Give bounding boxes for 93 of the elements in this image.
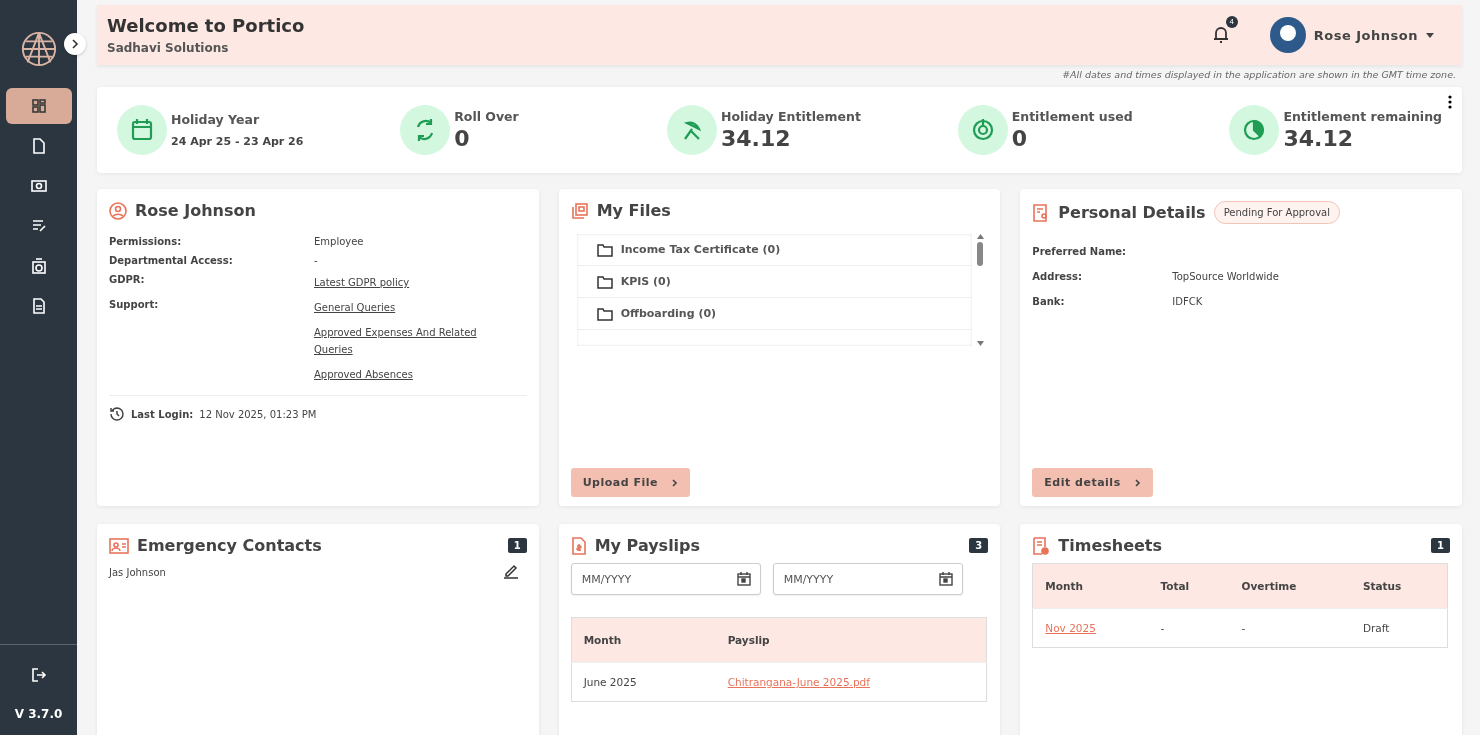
dashboard-icon [30,98,47,114]
folder-icon [596,274,613,289]
stat-value: 24 Apr 25 - 23 Apr 26 [171,135,304,148]
last-login-value: 12 Nov 2025, 01:23 PM [199,408,317,420]
folder-icon [596,242,613,257]
card-title: My Payslips [594,536,701,555]
folder-item[interactable]: Income Tax Certificate (0) [576,234,973,266]
chevron-right-icon [1134,478,1141,487]
stat-label: Roll Over [454,109,519,124]
column-header: Total [1148,563,1230,609]
rollover-icon [400,105,451,155]
pencil-icon [502,563,519,579]
money-icon [30,178,47,194]
field-value: Employee [314,236,365,247]
chevron-right-icon [70,39,80,49]
user-icon [109,201,127,220]
stat-label: Entitlement remaining [1283,109,1442,124]
document-icon [30,138,47,154]
scrollbar-thumb[interactable] [977,242,984,266]
version-label: V 3.7.0 [14,707,63,721]
globe-logo-icon [19,30,58,68]
stat-value: 34.12 [720,126,792,151]
card-title: My Files [596,201,671,220]
field-label: GDPR: [109,274,146,287]
to-month-field[interactable]: MM/YYYY [772,563,963,595]
timezone-note: #All dates and times displayed in the application are shown in the GMT time zone. [1061,69,1456,82]
camera-icon [30,258,47,274]
field-label: Departmental Access: [109,255,234,266]
table-cell: June 2025 [571,662,716,702]
calendar-icon[interactable] [938,572,953,586]
field-label: Permissions: [109,236,183,247]
stat-value: 0 [1011,126,1028,151]
scroll-up-icon[interactable] [976,234,984,239]
support-link[interactable]: Approved Absences [314,366,489,383]
file-icon [30,298,47,314]
nav-dashboard-button[interactable] [5,88,72,124]
contact-card-icon [109,537,129,554]
folder-item[interactable]: KPIS (0) [576,266,973,298]
notification-count: 4 [1225,15,1238,28]
card-title: Personal Details [1058,203,1206,222]
column-header: Status [1350,563,1448,609]
calendar-icon[interactable] [736,572,751,586]
stat-label: Holiday Entitlement [720,109,861,124]
card-title: Timesheets [1058,536,1163,555]
table-cell: - [1229,608,1351,648]
field-label: Preferred Name: [1032,246,1128,257]
page-title: Welcome to Portico [107,15,306,36]
upload-file-button[interactable]: Upload File [570,468,690,497]
field-label: Address: [1032,271,1083,282]
payslip-icon [570,536,587,555]
expand-sidebar-button[interactable] [64,33,86,55]
field-value: - [314,255,319,266]
scroll-down-icon[interactable] [976,341,984,346]
column-header: Overtime [1229,563,1351,609]
from-month-field[interactable]: MM/YYYY [570,563,761,595]
form-icon [30,218,47,234]
logout-icon [30,667,47,683]
support-link[interactable]: General Queries [314,299,489,316]
field-value: IDFCK [1172,296,1203,307]
card-title: Rose Johnson [135,201,256,220]
calendar-icon [117,105,167,155]
approval-status-badge: Pending For Approval [1213,201,1340,224]
edit-details-button[interactable]: Edit details [1032,468,1153,497]
chevron-right-icon [671,478,678,487]
support-link[interactable]: Latest GDPR policy [314,274,489,291]
folder-icon [596,306,613,321]
avatar-icon [1269,17,1306,53]
field-label: Support: [109,299,160,312]
support-link[interactable]: Approved Expenses And Related Queries [314,324,489,358]
company-name: Sadhavi Solutions [107,41,230,55]
field-value: TopSource Worldwide [1172,271,1279,282]
history-icon [109,406,125,422]
count-badge: 3 [969,538,989,553]
stat-value: 0 [454,126,471,151]
table-cell: Draft [1350,608,1448,648]
card-title: Emergency Contacts [137,536,322,555]
files-icon [570,201,589,220]
column-header: Month [1032,563,1149,609]
folder-item[interactable]: Offboarding (0) [576,298,973,330]
user-menu-button[interactable]: Rose Johnson [1263,16,1440,54]
table-cell: - [1148,608,1230,648]
field-label: Bank: [1032,296,1066,307]
stat-label: Holiday Year [171,112,261,127]
stat-label: Entitlement used [1011,109,1133,124]
last-login-label: Last Login: [131,408,194,420]
stat-value: 34.12 [1283,126,1354,151]
contact-name: Jas Johnson [109,567,166,578]
count-badge: 1 [1431,538,1450,553]
count-badge: 1 [507,538,527,553]
timesheet-icon [1032,536,1051,555]
caret-icon [1426,32,1434,38]
column-header: Month [571,617,716,663]
column-header: Payslip [715,617,987,663]
